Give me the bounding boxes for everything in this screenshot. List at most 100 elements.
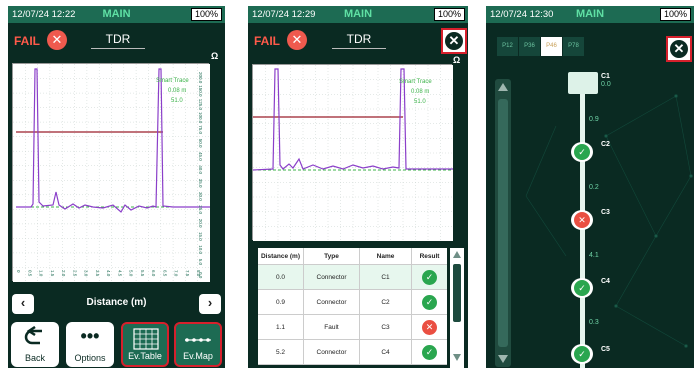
scroll-down-icon bbox=[453, 354, 461, 361]
back-button-label: Back bbox=[24, 353, 45, 363]
event-table-button[interactable]: Ev.Table bbox=[121, 322, 169, 367]
check-icon: ✓ bbox=[422, 269, 437, 285]
x-tick-label: 3.0 bbox=[84, 270, 89, 277]
next-button[interactable]: › bbox=[199, 294, 221, 314]
smart-trace-distance: 0.08 m bbox=[411, 89, 429, 95]
tdr-screen-panel: 12/07/24 12:22 MAIN 100% FAIL ✕ TDR Ω Sm… bbox=[8, 6, 225, 368]
y-tick-label: 5.0 bbox=[198, 259, 203, 266]
event-map-screen-panel: 12/07/24 12:30 MAIN 100% P12 P36 P46 P78… bbox=[486, 6, 694, 368]
tdr-trace-svg: Smart Trace 0.08 m 51.0 200.0150.0125.01… bbox=[13, 64, 210, 282]
node-c3[interactable]: ✕ bbox=[571, 210, 593, 230]
cell-result: ✕ bbox=[412, 315, 447, 339]
table-row[interactable]: 0.9 Connector C2 ✓ bbox=[258, 290, 447, 315]
cell-result: ✓ bbox=[412, 265, 447, 289]
cell-type: Connector bbox=[304, 265, 360, 289]
close-button[interactable]: ✕ bbox=[441, 28, 467, 54]
check-icon: ✓ bbox=[574, 144, 590, 160]
result-header: FAIL ✕ TDR bbox=[8, 28, 225, 54]
fail-x-icon: ✕ bbox=[287, 30, 307, 50]
x-tick-label: 8.0 bbox=[196, 270, 201, 277]
fail-x-icon: ✕ bbox=[47, 30, 67, 50]
x-tick-label: 2.0 bbox=[61, 270, 66, 277]
table-row[interactable]: 0.0 Connector C1 ✓ bbox=[258, 265, 447, 290]
options-button[interactable]: ••• Options bbox=[66, 322, 114, 367]
cell-result: ✓ bbox=[412, 290, 447, 314]
smart-trace-title: Smart Trace bbox=[399, 79, 432, 85]
screen-title: TDR bbox=[91, 32, 145, 49]
dotted-line-icon bbox=[185, 338, 211, 342]
y-tick-label: 10.0 bbox=[198, 245, 203, 254]
result-header: FAIL ✕ TDR bbox=[248, 28, 468, 54]
event-table-button-label: Ev.Table bbox=[128, 351, 162, 361]
cell-name: C4 bbox=[360, 340, 412, 364]
fail-x-icon: ✕ bbox=[422, 319, 437, 335]
y-tick-label: 45.0 bbox=[198, 152, 203, 161]
tab-p36[interactable]: P36 bbox=[519, 37, 540, 56]
cell-result: ✓ bbox=[412, 340, 447, 364]
x-tick-label: 1.0 bbox=[39, 270, 44, 277]
close-button[interactable]: ✕ bbox=[666, 36, 692, 62]
ohm-unit-label: Ω bbox=[211, 51, 219, 61]
x-tick-label: 2.5 bbox=[72, 270, 77, 277]
tdr-trace-plot[interactable]: Smart Trace 0.08 m 51.0 200.0 150.0 125.0 1… bbox=[12, 63, 210, 282]
scrollbar-svg bbox=[498, 83, 508, 363]
node-c1[interactable] bbox=[568, 72, 598, 94]
node-c2-label: C2 bbox=[601, 141, 610, 148]
close-icon: ✕ bbox=[445, 32, 463, 50]
event-table-screen-panel: 12/07/24 12:29 MAIN 100% FAIL ✕ TDR ✕ Ω … bbox=[248, 6, 468, 368]
ellipsis-icon: ••• bbox=[80, 326, 100, 346]
x-tick-label: 4.0 bbox=[106, 270, 111, 277]
tab-p78[interactable]: P78 bbox=[563, 37, 584, 56]
y-tick-label: 125.0 bbox=[198, 99, 203, 111]
check-icon: ✓ bbox=[422, 294, 437, 310]
node-c2[interactable]: ✓ bbox=[571, 142, 593, 162]
table-row[interactable]: 5.2 Connector C4 ✓ bbox=[258, 340, 447, 365]
battery-indicator: 100% bbox=[433, 8, 465, 21]
fail-x-icon: ✕ bbox=[574, 212, 590, 228]
x-tick-label: 3.5 bbox=[95, 270, 100, 277]
x-tick-label: 7.0 bbox=[174, 270, 179, 277]
y-tick-label: 150.0 bbox=[198, 85, 203, 97]
y-tick-label: 200.0 bbox=[198, 72, 203, 84]
y-tick-label: 15.0 bbox=[198, 232, 203, 241]
y-tick-label: 30.0 bbox=[198, 192, 203, 201]
tab-p46[interactable]: P46 bbox=[541, 37, 562, 56]
cell-distance: 1.1 bbox=[258, 315, 304, 339]
options-button-label: Options bbox=[74, 353, 106, 363]
node-c5[interactable]: ✓ bbox=[571, 344, 593, 364]
smart-trace-impedance: 51.0 bbox=[414, 99, 426, 105]
cell-name: C3 bbox=[360, 315, 412, 339]
y-tick-label: 20.0 bbox=[198, 219, 203, 228]
close-icon: ✕ bbox=[670, 40, 688, 58]
segment-length: 0.3 bbox=[589, 319, 599, 326]
map-scrollbar[interactable] bbox=[495, 79, 511, 367]
fail-label: FAIL bbox=[254, 34, 280, 48]
x-tick-label: 6.0 bbox=[151, 270, 156, 277]
y-tick-label: 40.0 bbox=[198, 165, 203, 174]
battery-indicator: 100% bbox=[190, 8, 222, 21]
tdr-trace-plot[interactable]: Smart Trace 0.08 m 51.0 bbox=[252, 64, 453, 241]
back-arrow-icon bbox=[24, 326, 42, 345]
x-tick-label: 5.5 bbox=[140, 270, 145, 277]
smart-trace-distance: 0.08 m bbox=[168, 88, 186, 94]
node-c5-label: C5 bbox=[601, 346, 610, 353]
smart-trace-title: Smart Trace bbox=[156, 78, 189, 84]
cell-name: C2 bbox=[360, 290, 412, 314]
table-row[interactable]: 1.1 Fault C3 ✕ bbox=[258, 315, 447, 340]
back-button[interactable]: Back bbox=[11, 322, 59, 367]
cell-type: Connector bbox=[304, 290, 360, 314]
event-table-header: Distance (m) Type Name Result bbox=[258, 248, 447, 265]
table-scrollbar[interactable] bbox=[450, 248, 464, 368]
event-map-button[interactable]: Ev.Map bbox=[174, 322, 222, 367]
scroll-down-icon bbox=[498, 355, 508, 363]
check-icon: ✓ bbox=[422, 344, 437, 360]
y-tick-label: 100.0 bbox=[198, 112, 203, 124]
scroll-track bbox=[498, 99, 508, 347]
x-axis-label: Distance (m) bbox=[86, 297, 147, 308]
scroll-thumb bbox=[453, 264, 461, 322]
column-header-result: Result bbox=[419, 252, 440, 260]
tab-p12[interactable]: P12 bbox=[497, 37, 518, 56]
node-c4[interactable]: ✓ bbox=[571, 278, 593, 298]
ohm-unit-label: Ω bbox=[453, 55, 461, 65]
status-bar: 12/07/24 12:29 MAIN 100% bbox=[248, 6, 468, 23]
